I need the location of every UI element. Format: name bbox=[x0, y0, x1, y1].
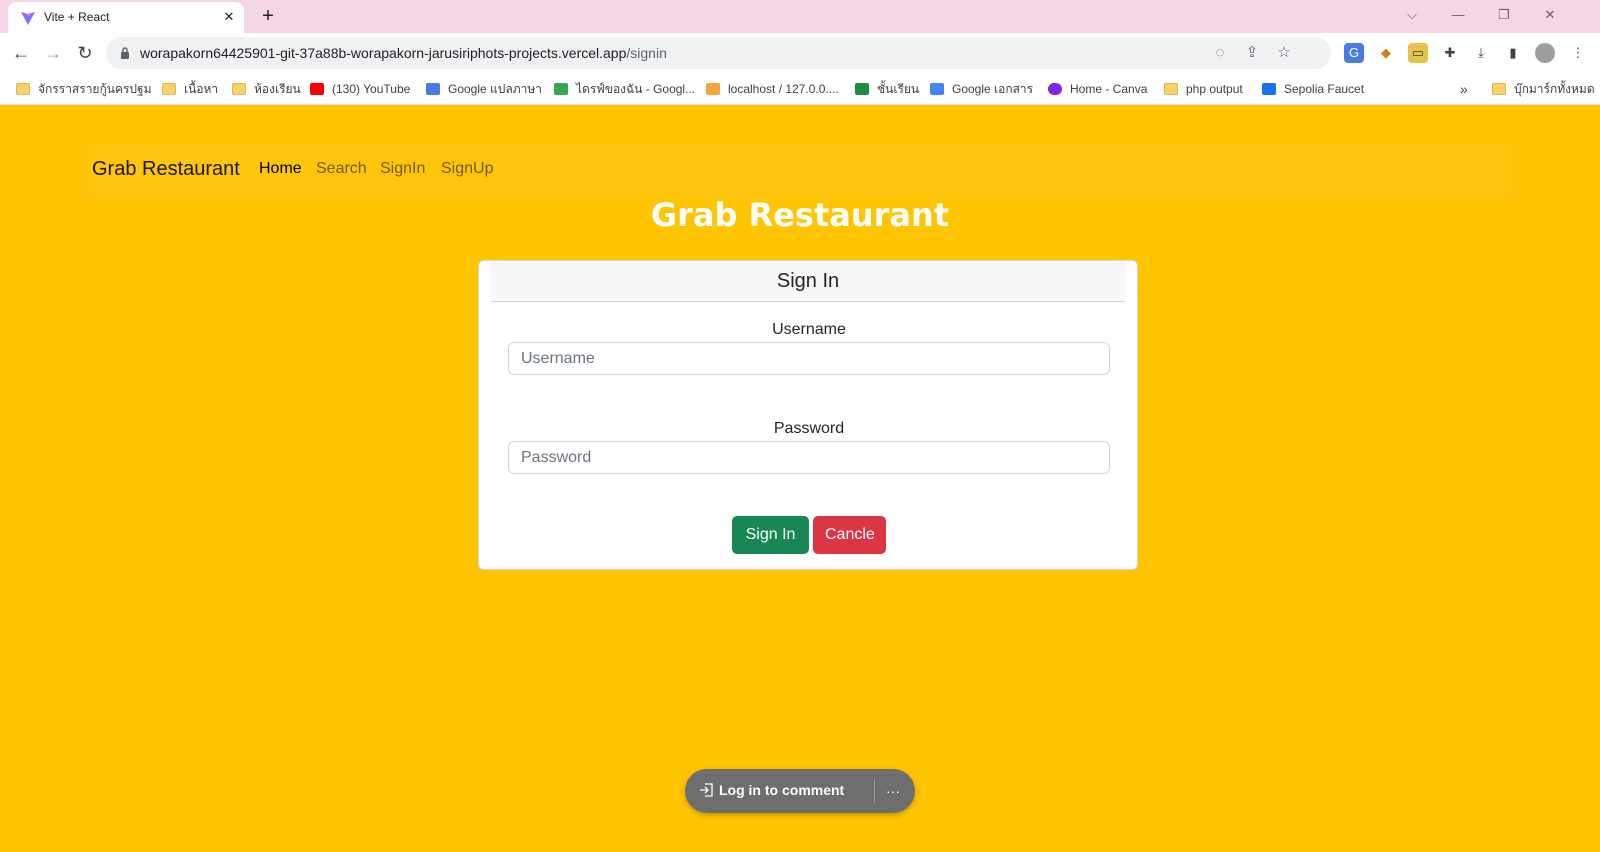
folder-icon bbox=[16, 83, 30, 95]
bookmark-item[interactable]: Google เอกสาร bbox=[930, 80, 1033, 98]
menu-icon[interactable]: ⋮ bbox=[1568, 43, 1588, 63]
url-path: /signin bbox=[626, 45, 667, 61]
browser-tab-active[interactable]: Vite + React ✕ bbox=[8, 2, 244, 33]
bookmark-item[interactable]: localhost / 127.0.0.... bbox=[706, 80, 839, 98]
forward-icon[interactable]: → bbox=[40, 40, 66, 66]
comment-toolbar: Log in to comment ··· bbox=[685, 769, 915, 813]
google-docs-icon bbox=[930, 83, 944, 95]
nav-link-home[interactable]: Home bbox=[259, 160, 302, 178]
vite-logo-icon bbox=[21, 11, 35, 25]
browser-toolbar: ← → ↻ worapakorn64425901-git-37a88b-wora… bbox=[0, 33, 1600, 73]
navbar-brand[interactable]: Grab Restaurant bbox=[92, 158, 240, 181]
sidepanel-icon[interactable]: ▮ bbox=[1503, 43, 1523, 63]
page-title: Grab Restaurant bbox=[650, 196, 950, 234]
download-icon[interactable]: ⤓ bbox=[1471, 43, 1491, 63]
reload-icon[interactable]: ↻ bbox=[72, 40, 98, 66]
profile-avatar[interactable] bbox=[1535, 43, 1555, 63]
google-drive-icon bbox=[554, 83, 568, 95]
bookmark-item[interactable]: เนื้อหา bbox=[162, 80, 218, 98]
canva-icon bbox=[1048, 83, 1062, 95]
browser-tabstrip: Vite + React ✕ + ⌵ — ❐ ✕ bbox=[0, 0, 1600, 33]
login-to-comment-button[interactable]: Log in to comment bbox=[699, 782, 844, 798]
new-tab-button[interactable]: + bbox=[256, 4, 280, 28]
password-label: Password bbox=[773, 420, 845, 437]
lock-icon bbox=[121, 47, 129, 59]
metamask-icon[interactable]: ◆ bbox=[1376, 43, 1396, 63]
ext-icon[interactable]: ▭ bbox=[1408, 43, 1428, 63]
sepolia-icon bbox=[1262, 83, 1276, 95]
folder-icon bbox=[232, 83, 246, 95]
eye-off-icon[interactable]: ◌ bbox=[1210, 43, 1230, 63]
back-icon[interactable]: ← bbox=[8, 40, 34, 66]
cancel-button[interactable]: Cancle bbox=[813, 516, 886, 554]
url-host: worapakorn64425901-git-37a88b-worapakorn… bbox=[140, 45, 627, 61]
translate-icon[interactable]: G bbox=[1344, 43, 1364, 63]
share-icon[interactable]: ⇪ bbox=[1242, 43, 1262, 63]
folder-icon bbox=[1492, 83, 1506, 95]
bookmarks-bar: จักรราสรายกู้นครปฐม เนื้อหา ห้องเรียน (1… bbox=[0, 73, 1600, 105]
bookmarks-overflow-icon[interactable]: » bbox=[1460, 80, 1468, 98]
login-to-comment-label: Log in to comment bbox=[719, 782, 845, 798]
folder-icon bbox=[162, 83, 176, 95]
signin-button[interactable]: Sign In bbox=[732, 516, 809, 554]
signin-card-title: Sign In bbox=[491, 261, 1125, 302]
bookmark-item[interactable]: Google แปลภาษา bbox=[426, 80, 542, 98]
classroom-icon bbox=[855, 83, 869, 95]
signin-card: Sign In Username Password Sign In Cancle bbox=[478, 260, 1138, 570]
folder-icon bbox=[1164, 83, 1178, 95]
bookmark-item[interactable]: ไดรฟ์ของฉัน - Googl... bbox=[554, 80, 695, 98]
youtube-icon bbox=[310, 83, 324, 95]
google-translate-icon bbox=[426, 83, 440, 95]
comment-divider bbox=[874, 779, 875, 803]
puzzle-icon[interactable]: ✚ bbox=[1440, 43, 1460, 63]
more-options-icon[interactable]: ··· bbox=[881, 781, 905, 801]
minimize-icon[interactable]: — bbox=[1444, 4, 1472, 26]
address-bar[interactable]: worapakorn64425901-git-37a88b-worapakorn… bbox=[106, 37, 1331, 69]
bookmark-item[interactable]: Sepolia Faucet bbox=[1262, 80, 1364, 98]
bookmark-item[interactable]: ชั้นเรียน bbox=[855, 80, 919, 98]
tab-title: Vite + React bbox=[44, 10, 110, 24]
bookmark-item[interactable]: Home - Canva bbox=[1048, 80, 1147, 98]
bookmark-item[interactable]: (130) YouTube bbox=[310, 80, 410, 98]
username-input[interactable] bbox=[508, 342, 1110, 375]
login-icon bbox=[700, 783, 713, 797]
site-navbar: Grab Restaurant Home Search SignIn SignU… bbox=[82, 143, 1518, 199]
password-input[interactable] bbox=[508, 441, 1110, 474]
bookmark-item[interactable]: ห้องเรียน bbox=[232, 80, 301, 98]
nav-link-signup[interactable]: SignUp bbox=[441, 160, 493, 178]
restore-icon[interactable]: ❐ bbox=[1490, 4, 1518, 26]
username-label: Username bbox=[772, 321, 846, 338]
bookmark-item[interactable]: จักรราสรายกู้นครปฐม bbox=[16, 80, 152, 98]
url-text[interactable]: worapakorn64425901-git-37a88b-worapakorn… bbox=[140, 45, 667, 61]
tab-search-icon[interactable]: ⌵ bbox=[1398, 4, 1426, 26]
bookmark-item[interactable]: php output bbox=[1164, 80, 1243, 98]
phpmyadmin-icon bbox=[706, 83, 720, 95]
close-window-icon[interactable]: ✕ bbox=[1536, 4, 1564, 26]
nav-link-signin[interactable]: SignIn bbox=[380, 160, 425, 178]
tab-close-icon[interactable]: ✕ bbox=[220, 8, 238, 26]
all-bookmarks[interactable]: บุ๊กมาร์กทั้งหมด bbox=[1492, 80, 1595, 98]
nav-link-search[interactable]: Search bbox=[316, 160, 367, 178]
star-icon[interactable]: ☆ bbox=[1274, 43, 1294, 63]
